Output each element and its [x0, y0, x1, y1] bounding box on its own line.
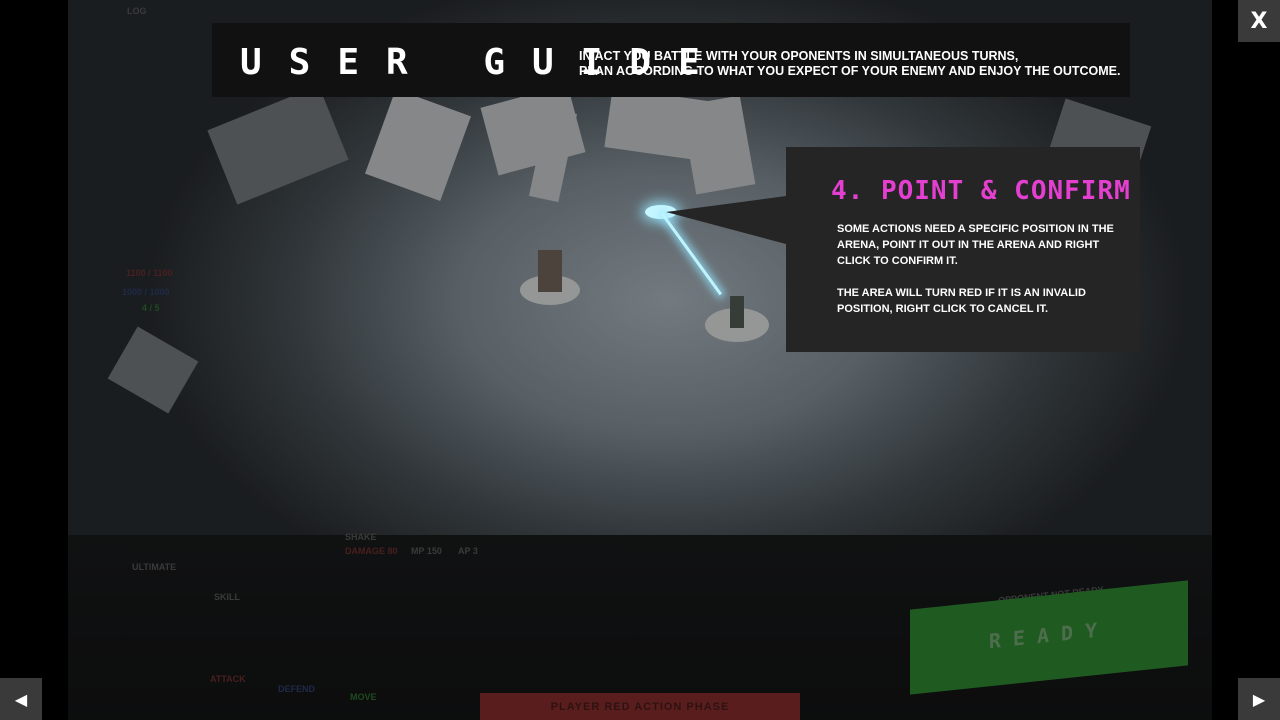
arena-rock [365, 89, 471, 201]
ultimate-label: ULTIMATE [132, 562, 177, 572]
callout-pointer [666, 196, 786, 244]
skill-name: SHAKE [345, 532, 377, 542]
step-panel: 4. POINT & CONFIRM SOME ACTIONS NEED A S… [786, 147, 1140, 352]
skill-ap: AP 3 [458, 546, 478, 556]
close-button[interactable]: X [1238, 0, 1280, 42]
skill-label: SKILL [214, 592, 240, 602]
phase-indicator: PLAYER RED ACTION PHASE [480, 693, 800, 720]
step-body: SOME ACTIONS NEED A SPECIFIC POSITION IN… [837, 221, 1127, 333]
skill-damage: DAMAGE 80 [345, 546, 398, 556]
ap-readout: 4 / 5 [142, 303, 160, 313]
guide-intro: IN ACT YOU BATTLE WITH YOUR OPONENTS IN … [579, 49, 1121, 79]
guide-intro-line-1: IN ACT YOU BATTLE WITH YOUR OPONENTS IN … [579, 49, 1019, 63]
step-title: 4. POINT & CONFIRM [831, 176, 1131, 206]
enemy-unit [538, 250, 562, 292]
guide-header: USER GUIDE IN ACT YOU BATTLE WITH YOUR O… [212, 23, 1130, 97]
next-page-button[interactable]: ▶ [1238, 678, 1280, 720]
defend-label: DEFEND [278, 684, 316, 694]
log-label: LOG [127, 6, 147, 16]
arena-rock [107, 326, 199, 414]
player-unit [730, 296, 744, 328]
step-paragraph-2: THE AREA WILL TURN RED IF IT IS AN INVAL… [837, 287, 1086, 315]
hp-readout: 1100 / 1100 [126, 268, 173, 278]
move-label: MOVE [350, 692, 377, 702]
guide-intro-line-2: PLAN ACCORDING TO WHAT YOU EXPECT OF YOU… [579, 64, 1121, 78]
arena-rock [207, 85, 349, 205]
ready-label: READY [988, 616, 1110, 654]
mp-readout: 1000 / 1000 [122, 287, 170, 297]
arena-rock [680, 95, 756, 195]
step-paragraph-1: SOME ACTIONS NEED A SPECIFIC POSITION IN… [837, 223, 1114, 267]
attack-label: ATTACK [210, 674, 246, 684]
previous-page-button[interactable]: ◀ [0, 678, 42, 720]
skill-mp: MP 150 [411, 546, 442, 556]
